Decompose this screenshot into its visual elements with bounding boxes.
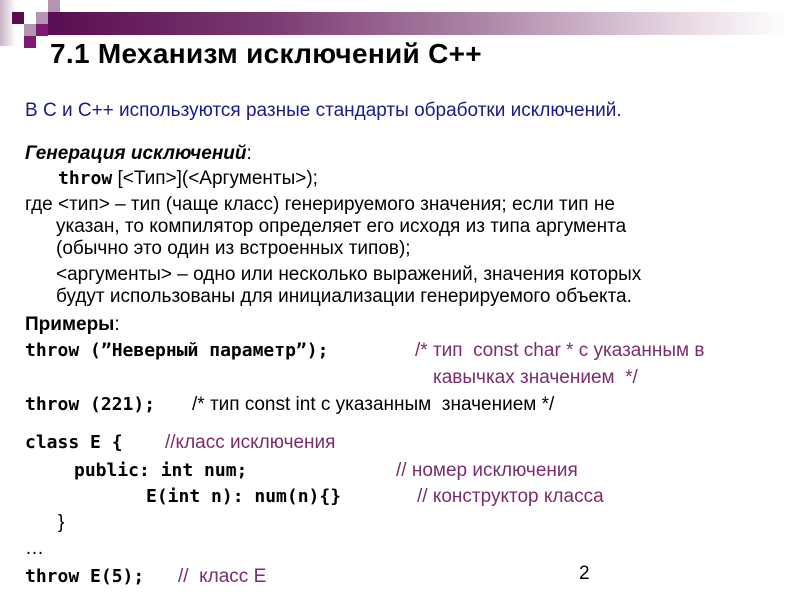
ctor-line: E(int n): num(n){}: [146, 486, 341, 508]
example-2-line: throw (221);: [25, 394, 155, 416]
throw-syntax-line: throw [<Тип>](<Аргументы>);: [58, 168, 318, 190]
example-1-comment-1: /* тип const char * с указанным в: [415, 340, 705, 361]
where-line-2: указан, то компилятор определяет его исх…: [56, 216, 627, 237]
example-3-comment: // класс Е: [178, 566, 267, 587]
where-line-3: (обычно это один из встроенных типов);: [56, 238, 411, 259]
args-line-1: <аргументы> – одно или несколько выражен…: [56, 264, 642, 285]
example-3-code: throw E(5);: [25, 566, 145, 587]
intro-text: В С и С++ используются разные стандарты …: [25, 100, 622, 121]
ctor-comment: // конструктор класса: [417, 486, 604, 507]
example-1-code: throw (”Неверный параметр”);: [25, 340, 329, 361]
class-comment: //класс исключения: [165, 432, 336, 453]
where-line-1: где <тип> – тип (чаще класс) генерируемо…: [25, 194, 615, 215]
examples-heading-line: Примеры:: [25, 314, 120, 336]
public-comment: // номер исключения: [396, 460, 578, 481]
generation-heading-line: Генерация исключений:: [25, 143, 252, 165]
public-line: public: int num;: [74, 460, 247, 482]
colon: :: [114, 314, 120, 335]
examples-heading: Примеры: [25, 314, 115, 335]
ctor-code: E(int n): num(n){}: [146, 486, 342, 507]
colon: :: [246, 143, 252, 164]
example-2-code: throw (221);: [25, 394, 156, 415]
public-code: public: int num;: [74, 460, 248, 481]
slide-title: 7.1 Механизм исключений С++: [50, 38, 482, 69]
args-line-2: будут использованы для инициализации ген…: [56, 286, 632, 307]
title-bar-gradient: [48, 12, 788, 35]
throw-syntax: [<Тип>](<Аргументы>);: [112, 168, 318, 189]
generation-heading: Генерация исключений: [25, 143, 247, 164]
class-line: class E {: [25, 432, 123, 454]
example-2-comment: /* тип const int с указанным значением *…: [192, 394, 555, 415]
ellipsis: …: [25, 538, 44, 559]
example-1-line: throw (”Неверный параметр”);: [25, 340, 328, 362]
class-code: class E {: [25, 432, 123, 453]
page-number: 2: [579, 563, 590, 584]
throw-keyword: throw: [58, 168, 113, 189]
example-3-line: throw E(5);: [25, 566, 144, 588]
example-1-comment-2: кавычках значением */: [433, 367, 638, 388]
close-brace: }: [58, 512, 65, 533]
